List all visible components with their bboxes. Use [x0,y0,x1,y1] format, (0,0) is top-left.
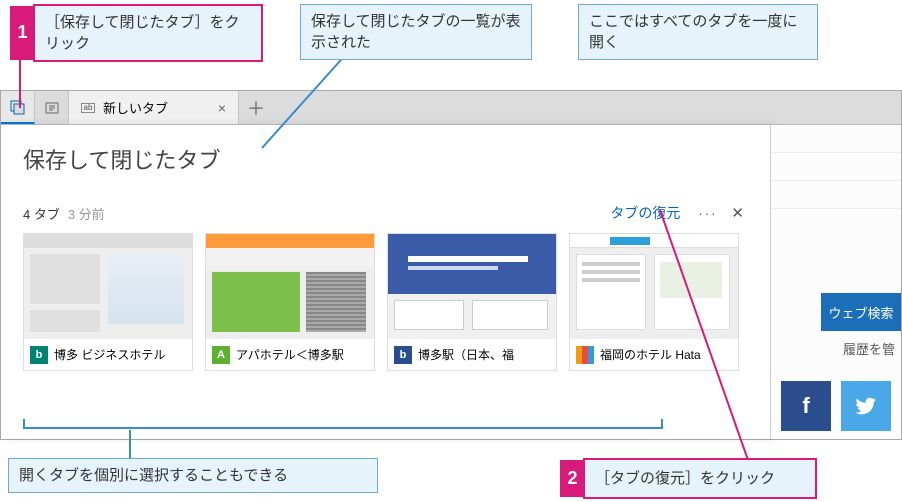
favicon-jalan-icon [576,346,594,364]
callout-list-shown: 保存して閉じたタブの一覧が表示された [300,4,532,60]
tab-saved-time: 3 分前 [68,204,105,223]
twitter-tile-icon[interactable] [841,381,891,431]
set-aside-tabs-icon[interactable] [35,91,69,124]
favicon-bingmap-icon: b [394,346,412,364]
facebook-tile-icon[interactable]: f [781,381,831,431]
callout-text: ここではすべてのタブを一度に開く [589,13,797,51]
new-tab-button[interactable]: ＋ [239,91,273,124]
thumbnail-preview [388,234,556,338]
thumbnail-preview [570,234,738,338]
callout-text: ［タブの復元］をクリック [595,470,775,487]
thumbnail-label: 博多 ビジネスホテル [54,346,165,363]
favicon-bing-icon: b [30,346,48,364]
close-panel-icon[interactable]: ✕ [731,204,744,222]
thumbnail-label: アパホテル＜博多駅 [236,346,344,363]
close-tab-icon[interactable]: × [218,100,226,116]
callout-text: 保存して閉じたタブの一覧が表示された [311,13,521,51]
web-search-button[interactable]: ウェブ検索 [821,293,901,331]
thumbnail-label: 福岡のホテル Hata [600,346,701,363]
browser-window: ab 新しいタブ × ＋ 保存して閉じたタブ 4 タブ 3 分前 タブの復元 ·… [0,90,902,440]
tab-strip: ab 新しいタブ × ＋ [1,91,901,125]
thumbnail-row: b 博多 ビジネスホテル A アパホテル＜博多駅 [23,233,748,371]
show-saved-tabs-icon[interactable] [1,91,35,124]
more-menu-icon[interactable]: ··· [698,206,717,221]
callout-step2: 2 ［タブの復元］をクリック [583,458,817,499]
tab-favicon-icon: ab [81,103,95,113]
callout-select-individual: 開くタブを個別に選択することもできる [8,458,378,493]
step-number-badge: 2 [560,460,585,497]
thumbnail-preview [24,234,192,338]
manage-history-link[interactable]: 履歴を管 [843,339,895,358]
step-number-badge: 1 [10,6,35,60]
thumbnail-label: 博多駅（日本、福 [418,346,514,363]
browser-tab-new[interactable]: ab 新しいタブ × [69,91,239,124]
selection-bracket [23,419,663,429]
callout-text: ［保存して閉じたタブ］をクリック [45,14,240,52]
panel-title: 保存して閉じたタブ [23,143,748,175]
saved-tab-thumbnail[interactable]: 福岡のホテル Hata [569,233,739,371]
panel-subheader: 4 タブ 3 分前 タブの復元 ··· ✕ [23,203,748,223]
background-page-peek: ウェブ検索 履歴を管 f [771,125,901,439]
tab-count: 4 タブ [23,204,60,223]
saved-tab-thumbnail[interactable]: A アパホテル＜博多駅 [205,233,375,371]
callout-step1: 1 ［保存して閉じたタブ］をクリック [33,4,263,62]
callout-open-all: ここではすべてのタブを一度に開く [578,4,818,60]
favicon-apa-icon: A [212,346,230,364]
tab-title: 新しいタブ [103,98,168,117]
saved-tab-thumbnail[interactable]: b 博多駅（日本、福 [387,233,557,371]
thumbnail-preview [206,234,374,338]
saved-tab-thumbnail[interactable]: b 博多 ビジネスホテル [23,233,193,371]
restore-tabs-link[interactable]: タブの復元 [610,203,680,223]
saved-tabs-panel: 保存して閉じたタブ 4 タブ 3 分前 タブの復元 ··· ✕ b 博多 ビジネ… [1,125,771,439]
callout-text: 開くタブを個別に選択することもできる [19,467,288,484]
